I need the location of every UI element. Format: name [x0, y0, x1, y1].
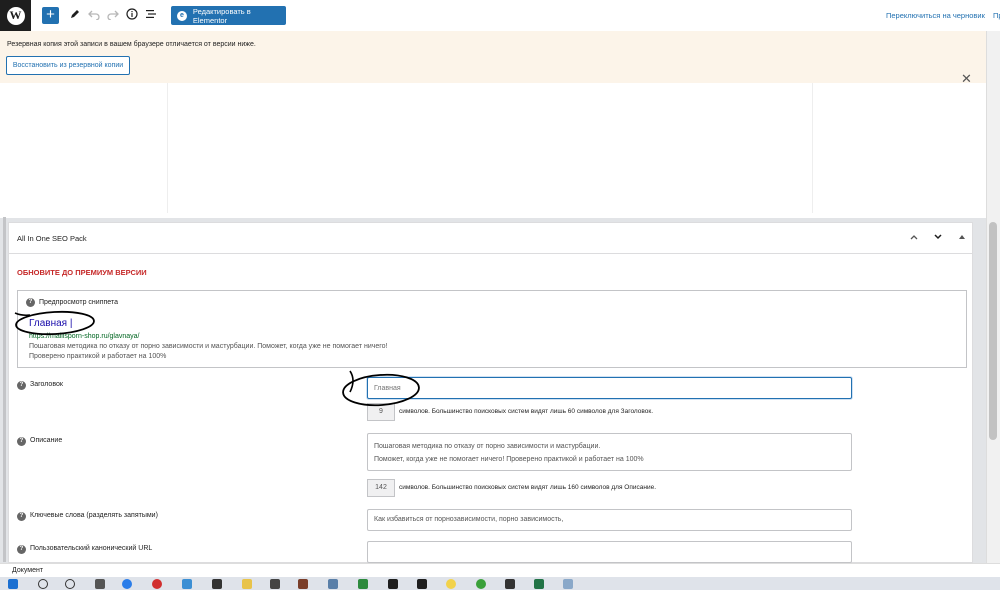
- cortana-icon[interactable]: [65, 579, 75, 589]
- search-icon[interactable]: [38, 579, 48, 589]
- notice-message: Резервная копия этой записи в вашем брау…: [7, 41, 256, 48]
- calculator-icon[interactable]: [328, 579, 338, 589]
- editor-top-toolbar: W + e Редактировать в Elementor Переключ…: [0, 0, 1000, 31]
- restore-backup-button[interactable]: Восстановить из резервной копии: [6, 56, 130, 75]
- title-field-label: ? Заголовок: [17, 380, 63, 390]
- edge-browser-icon[interactable]: [122, 579, 132, 589]
- snippet-title: Главная |: [29, 318, 73, 329]
- undo-icon[interactable]: [87, 8, 101, 22]
- snippet-preview-box: ? Предпросмотр сниппета Главная | https:…: [17, 290, 967, 368]
- snippet-url: https://mallisporn-shop.ru/glavnaya/: [29, 333, 140, 340]
- list-view-icon[interactable]: [144, 8, 158, 22]
- description-counter-note: символов. Большинство поисковых систем в…: [399, 484, 657, 491]
- help-icon[interactable]: ?: [17, 545, 26, 554]
- description-line-1: Пошаговая методика по отказу от порно за…: [374, 443, 601, 450]
- collapse-toggle-icon[interactable]: [957, 232, 967, 244]
- edit-with-elementor-button[interactable]: e Редактировать в Elementor: [171, 6, 286, 25]
- canonical-url-field-label: ? Пользовательский канонический URL: [17, 544, 152, 554]
- keywords-field-label: ? Ключевые слова (разделять запятыми): [17, 511, 167, 521]
- switch-to-draft-link[interactable]: Переключиться на черновик: [886, 11, 985, 20]
- snippet-preview-label-text: Предпросмотр сниппета: [39, 299, 118, 306]
- aioseo-meta-box: All In One SEO Pack ОБНОВИТЕ ДО ПРЕМИУМ …: [8, 222, 973, 563]
- yandex-browser-icon[interactable]: [152, 579, 162, 589]
- move-up-icon[interactable]: [909, 232, 919, 244]
- app-icon-1[interactable]: [182, 579, 192, 589]
- panel-left-rule: [3, 217, 6, 562]
- upgrade-premium-link[interactable]: ОБНОВИТЕ ДО ПРЕМИУМ ВЕРСИИ: [17, 268, 147, 277]
- os-taskbar: [0, 577, 1000, 590]
- app-icon-9[interactable]: [505, 579, 515, 589]
- canonical-url-input[interactable]: [367, 541, 852, 563]
- app-icon-2[interactable]: [212, 579, 222, 589]
- description-line-2: Поможет, когда уже не помогает ничего! П…: [374, 456, 644, 463]
- block-breadcrumb-bar: Документ: [0, 563, 1000, 577]
- help-icon[interactable]: ?: [17, 512, 26, 521]
- task-view-icon[interactable]: [95, 579, 105, 589]
- app-icon-8[interactable]: [476, 579, 486, 589]
- editor-canvas-area: [0, 83, 986, 218]
- app-icon-10[interactable]: [563, 579, 573, 589]
- preview-link[interactable]: Пр: [993, 11, 1000, 20]
- description-char-counter: 142: [367, 479, 395, 497]
- elementor-icon: e: [177, 10, 187, 21]
- windows-start-icon[interactable]: [8, 579, 18, 589]
- calendar-icon[interactable]: [358, 579, 368, 589]
- snippet-preview-label: ? Предпросмотр сниппета: [26, 298, 118, 307]
- help-icon[interactable]: ?: [26, 298, 35, 307]
- seo-title-input[interactable]: [367, 377, 852, 399]
- meta-box-header[interactable]: All In One SEO Pack: [9, 223, 972, 254]
- app-icon-3[interactable]: [270, 579, 280, 589]
- description-field-label: ? Описание: [17, 436, 62, 446]
- move-down-icon[interactable]: [933, 232, 943, 244]
- autosave-notice: Резервная копия этой записи в вашем брау…: [0, 31, 986, 86]
- wordpress-logo-icon: W: [6, 6, 25, 25]
- app-icon-5[interactable]: [388, 579, 398, 589]
- edit-with-elementor-label: Редактировать в Elementor: [192, 6, 251, 25]
- snippet-description: Пошаговая методика по отказу от порно за…: [29, 343, 388, 360]
- meta-box-title: All In One SEO Pack: [17, 234, 87, 243]
- app-icon-7[interactable]: [446, 579, 456, 589]
- scrollbar-thumb[interactable]: [989, 222, 997, 440]
- help-icon[interactable]: ?: [17, 381, 26, 390]
- block-canvas[interactable]: [167, 83, 813, 213]
- seo-keywords-input[interactable]: Как избавиться от порнозависимости, порн…: [367, 509, 852, 531]
- seo-description-textarea[interactable]: Пошаговая методика по отказу от порно за…: [367, 433, 852, 471]
- wordpress-logo-button[interactable]: W: [0, 0, 31, 31]
- excel-icon[interactable]: [534, 579, 544, 589]
- pencil-tools-icon[interactable]: [68, 8, 82, 22]
- breadcrumb-document[interactable]: Документ: [12, 567, 43, 574]
- folder-icon[interactable]: [242, 579, 252, 589]
- redo-icon[interactable]: [106, 8, 120, 22]
- title-counter-note: символов. Большинство поисковых систем в…: [399, 408, 654, 415]
- help-icon[interactable]: ?: [17, 437, 26, 446]
- app-icon-6[interactable]: [417, 579, 427, 589]
- title-char-counter: 9: [367, 403, 395, 421]
- info-icon[interactable]: [125, 8, 139, 22]
- app-icon-4[interactable]: [298, 579, 308, 589]
- add-block-button[interactable]: +: [42, 7, 59, 24]
